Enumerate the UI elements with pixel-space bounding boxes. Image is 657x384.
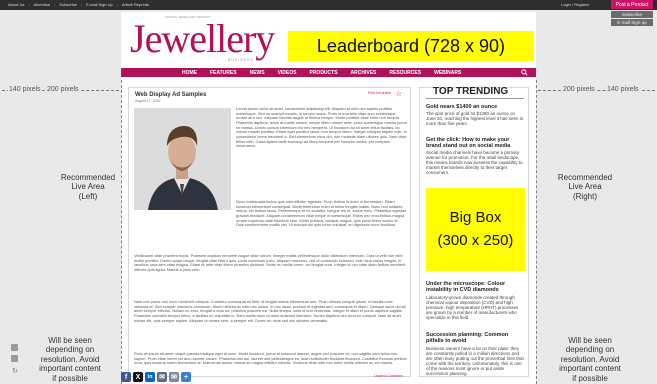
subscribe-button[interactable]: Subscribe bbox=[611, 11, 653, 18]
top-link-reprints[interactable]: Article Reprints bbox=[122, 2, 149, 7]
live-area-guide-right bbox=[536, 80, 537, 384]
trending-item-body: Social media channels have become a prim… bbox=[426, 150, 523, 175]
left-resolution-note: Will be seen depending on resolution. Av… bbox=[39, 336, 101, 383]
top-links: About Us | Advertise | Subscribe | E-mail S… bbox=[8, 2, 149, 7]
article-paragraph-5: Proin at ipsum sit amet neque gravida tr… bbox=[134, 352, 407, 366]
nav-products[interactable]: PRODUCTS bbox=[309, 70, 337, 76]
right-resolution-note: Will be seen depending on resolution. Av… bbox=[559, 336, 621, 383]
article-date: August 17, 2016 bbox=[135, 99, 161, 103]
trending-divider bbox=[426, 98, 524, 99]
refresh-icon[interactable]: ↻ bbox=[12, 367, 18, 375]
dimension-label-right-140: 140 pixels bbox=[606, 86, 640, 93]
facebook-icon[interactable]: f bbox=[121, 372, 131, 382]
top-link-email-signup[interactable]: E-mail Sign Up bbox=[86, 2, 113, 7]
logo-subtitle: BUSINESS bbox=[228, 58, 254, 62]
zoom-out-icon[interactable] bbox=[11, 355, 18, 362]
nav-resources[interactable]: RESOURCES bbox=[389, 70, 421, 76]
trending-heading: TOP TRENDING bbox=[433, 86, 509, 97]
dimension-label-right-200: 200 pixels bbox=[562, 86, 596, 93]
leave-comment-link[interactable]: Leave a Comment bbox=[374, 374, 403, 378]
article-paragraph-2: Nunc malesuada luctus quis odio efficitu… bbox=[236, 200, 406, 228]
trending-item-body: Laboratory-grown diamonds created throug… bbox=[426, 295, 519, 320]
top-link-advertise[interactable]: Advertise bbox=[34, 2, 51, 7]
article-paragraph-4: Nam nec purus non nunc hendrerit volutpa… bbox=[134, 300, 406, 323]
email-icon[interactable]: ✉ bbox=[157, 372, 167, 382]
nav-videos[interactable]: VIDEOS bbox=[278, 70, 297, 76]
nav-archives[interactable]: ARCHIVES bbox=[351, 70, 377, 76]
dimension-label-left-140: 140 pixels bbox=[8, 86, 42, 93]
email-signup-button[interactable]: E-mail Sign-up bbox=[611, 19, 653, 26]
nav-webinars[interactable]: WEBINARS bbox=[434, 70, 461, 76]
trending-item-body: Business owners have a lot on their plat… bbox=[426, 346, 524, 376]
top-link-subscribe[interactable]: Subscribe bbox=[59, 2, 77, 7]
right-live-area-label: Recommended Live Area (Right) bbox=[557, 173, 613, 201]
bigbox-size: (300 x 250) bbox=[437, 231, 514, 249]
x-twitter-icon[interactable]: X bbox=[133, 372, 143, 382]
top-link-about[interactable]: About Us bbox=[8, 2, 24, 7]
live-area-guide-left bbox=[121, 80, 122, 384]
share-icon[interactable]: ✉ bbox=[169, 372, 179, 382]
article-title: Web Display Ad Samples bbox=[135, 92, 207, 98]
nav-home[interactable]: HOME bbox=[182, 70, 197, 76]
bigbox-label: Big Box bbox=[449, 209, 502, 226]
star-icon[interactable]: ☆ bbox=[395, 89, 402, 98]
leaderboard-ad[interactable]: Leaderboard (728 x 90) bbox=[288, 31, 534, 61]
article-paragraph-1: Lorem ipsum dolor sit amet, consectetur … bbox=[236, 107, 407, 149]
zoom-in-icon[interactable] bbox=[11, 344, 18, 351]
more-icon[interactable]: + bbox=[181, 372, 191, 382]
trending-item-title[interactable]: Under the microscope: Colour instability… bbox=[426, 281, 526, 293]
dimension-label-left-200: 200 pixels bbox=[46, 86, 80, 93]
article-paragraph-3: Vestibulum vitae pharetra turpis. Praese… bbox=[134, 254, 406, 272]
post-product-button[interactable]: Post a Product bbox=[611, 0, 653, 9]
article-photo bbox=[134, 108, 231, 210]
login-register-link[interactable]: Login / Register bbox=[561, 2, 589, 7]
trending-item-body: The spot price of gold hit $1390 an ounc… bbox=[426, 111, 524, 126]
nav-features[interactable]: FEATURES bbox=[210, 70, 237, 76]
linkedin-icon[interactable]: in bbox=[145, 372, 155, 382]
search-icon[interactable] bbox=[521, 69, 528, 78]
left-live-area-label: Recommended Live Area (Left) bbox=[60, 173, 116, 201]
site-logo[interactable]: Jewellery bbox=[130, 19, 275, 59]
trending-item-title[interactable]: Succession planning: Common pitfalls to … bbox=[426, 332, 526, 344]
trending-item-title[interactable]: Get the click: How to make your brand st… bbox=[426, 137, 526, 149]
trending-item-title[interactable]: Gold nears $1400 an ounce bbox=[426, 104, 526, 110]
nav-news[interactable]: NEWS bbox=[250, 70, 265, 76]
bigbox-ad[interactable]: Big Box (300 x 250) bbox=[426, 188, 525, 271]
print-article-link[interactable]: Print full article bbox=[368, 91, 391, 95]
main-nav: HOME FEATURES NEWS VIDEOS PRODUCTS ARCHI… bbox=[182, 70, 461, 76]
